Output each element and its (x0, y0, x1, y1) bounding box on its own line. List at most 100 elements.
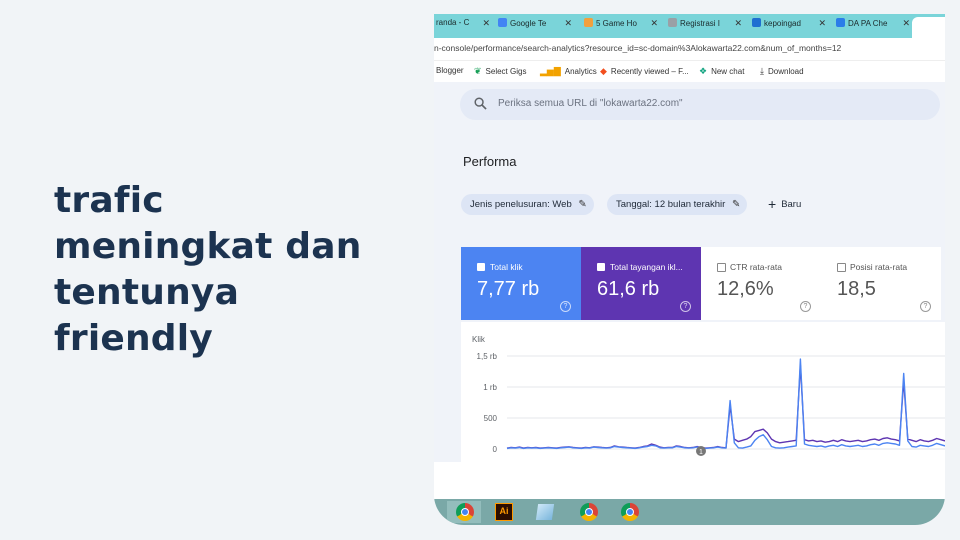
url-inspection-search[interactable]: Periksa semua URL di "lokawarta22.com" (460, 89, 940, 120)
close-icon[interactable]: ✕ (482, 18, 490, 29)
metric-card-ctr[interactable]: CTR rata-rata 12,6% ? (701, 247, 822, 320)
browser-tab[interactable]: randa - C ✕ (436, 18, 490, 34)
headline-line: trafic (54, 180, 164, 221)
search-placeholder: Periksa semua URL di "lokawarta22.com" (498, 98, 683, 109)
notepad-icon (535, 504, 555, 520)
browser-tab[interactable]: Registrasi I ✕ (668, 18, 742, 34)
site-favicon-icon (836, 18, 845, 27)
screenshot: randa - C ✕ Google Te ✕ 5 Game Ho ✕ Regi… (434, 14, 945, 525)
help-icon[interactable]: ? (920, 301, 931, 312)
site-favicon-icon (584, 18, 593, 27)
y-tick-label: 0 (493, 445, 498, 454)
bookmark-item[interactable]: ▂▅▇ Analytics (540, 66, 597, 77)
browser-tab[interactable]: 5 Game Ho ✕ (584, 18, 658, 34)
metric-card-clicks[interactable]: Total klik 7,77 rb ? (461, 247, 581, 320)
close-icon[interactable]: ✕ (734, 18, 742, 29)
close-icon[interactable]: ✕ (650, 18, 658, 29)
metric-value: 7,77 rb (477, 278, 540, 300)
bookmark-item[interactable]: Blogger (436, 66, 464, 75)
bookmark-label: Select Gigs (485, 67, 527, 76)
metric-label: Total tayangan ikl... (610, 262, 683, 272)
site-favicon-icon (752, 18, 761, 27)
search-console: Periksa semua URL di "lokawarta22.com" P… (434, 82, 945, 462)
checkbox-checked-icon[interactable] (597, 263, 605, 271)
chat-icon: ❖ (699, 66, 708, 76)
google-docs-icon (498, 18, 507, 27)
metric-label: CTR rata-rata (730, 262, 782, 272)
page-title: Performa (463, 154, 517, 169)
close-icon[interactable]: ✕ (818, 18, 826, 29)
metric-card-position[interactable]: Posisi rata-rata 18,5 ? (821, 247, 941, 320)
url-text[interactable]: n-console/performance/search-analytics?r… (434, 43, 841, 53)
chart-svg: Klik 1,5 rb 1 rb 500 0 1 (472, 335, 945, 456)
bar-chart-icon: ▂▅▇ (540, 66, 561, 76)
bookmark-item[interactable]: ❖ New chat (699, 66, 744, 77)
chrome-icon (580, 503, 598, 521)
help-icon[interactable]: ? (680, 301, 691, 312)
taskbar-notes[interactable] (528, 501, 562, 523)
bookmark-label: Analytics (564, 67, 597, 76)
metric-value: 18,5 (837, 278, 876, 300)
y-tick-label: 1 rb (483, 383, 497, 392)
new-filter-button[interactable]: + Baru (768, 196, 801, 212)
checkbox-checked-icon[interactable] (477, 263, 485, 271)
tab-label: kepoingad (764, 19, 801, 28)
bookmark-label: Recently viewed – F... (610, 67, 689, 76)
y-tick-label: 500 (484, 414, 498, 423)
filter-label: Tanggal: 12 bulan terakhir (616, 199, 726, 210)
tab-label: DA PA Che (848, 19, 888, 28)
close-icon[interactable]: ✕ (564, 18, 572, 29)
headline: trafic meningkat dan tentunya friendly (54, 178, 394, 362)
active-tab[interactable] (912, 17, 945, 38)
bookmark-label: Blogger (436, 66, 464, 75)
checkbox-unchecked-icon[interactable] (837, 263, 846, 272)
impressions-series-line (506, 364, 945, 449)
performance-chart: Klik 1,5 rb 1 rb 500 0 1 (461, 322, 945, 462)
metric-card-impressions[interactable]: Total tayangan ikl... 61,6 rb ? (581, 247, 701, 320)
illustrator-icon: Ai (495, 503, 513, 521)
bookmark-label: Download (767, 67, 804, 76)
bookmark-item[interactable]: ⤓ Download (760, 66, 804, 77)
y-tick-label: 1,5 rb (477, 352, 498, 361)
filter-chip-date[interactable]: Tanggal: 12 bulan terakhir ✎ (607, 194, 748, 215)
bookmark-item[interactable]: ❦ Select Gigs (474, 66, 526, 77)
taskbar-chrome-profile[interactable] (571, 501, 605, 523)
edit-icon: ✎ (731, 199, 741, 210)
browser-tab[interactable]: kepoingad ✕ (752, 18, 826, 34)
close-icon[interactable]: ✕ (902, 18, 910, 29)
address-bar[interactable]: n-console/performance/search-analytics?r… (434, 38, 945, 61)
taskbar-chrome-profile[interactable] (612, 501, 646, 523)
browser-tab[interactable]: DA PA Che ✕ (836, 18, 910, 34)
y-axis-label: Klik (472, 335, 486, 344)
clicks-series-line (506, 358, 945, 450)
metric-value: 61,6 rb (597, 278, 660, 300)
new-filter-label: Baru (781, 199, 802, 210)
search-icon (474, 97, 487, 110)
figma-icon: ◆ (600, 66, 607, 76)
headline-line: tentunya (54, 272, 240, 313)
bookmark-label: New chat (711, 67, 745, 76)
checkbox-unchecked-icon[interactable] (717, 263, 726, 272)
leaf-icon: ❦ (474, 66, 482, 76)
chrome-icon (456, 503, 474, 521)
tab-label: 5 Game Ho (596, 19, 637, 28)
tab-label: Google Te (510, 19, 547, 28)
bookmark-item[interactable]: ◆ Recently viewed – F... (600, 66, 689, 77)
tab-label: Registrasi I (680, 19, 721, 28)
headline-line: friendly (54, 318, 213, 359)
metric-label: Posisi rata-rata (850, 262, 908, 272)
bookmarks-bar: Blogger ❦ Select Gigs ▂▅▇ Analytics ◆ Recen… (434, 61, 945, 81)
taskbar-illustrator[interactable]: Ai (488, 501, 522, 523)
browser-tab[interactable]: Google Te ✕ (498, 18, 572, 34)
tab-bar: randa - C ✕ Google Te ✕ 5 Game Ho ✕ Regi… (434, 14, 945, 38)
help-icon[interactable]: ? (560, 301, 571, 312)
taskbar-chrome[interactable] (447, 501, 481, 523)
download-icon: ⤓ (760, 66, 764, 76)
plus-icon: + (768, 196, 777, 212)
filter-chip-search-type[interactable]: Jenis penelusuran: Web ✎ (461, 194, 594, 215)
taskbar: Ai (434, 499, 945, 525)
help-icon[interactable]: ? (800, 301, 811, 312)
filter-label: Jenis penelusuran: Web (470, 199, 572, 210)
metric-label: Total klik (490, 262, 523, 272)
edit-icon: ✎ (578, 199, 587, 210)
